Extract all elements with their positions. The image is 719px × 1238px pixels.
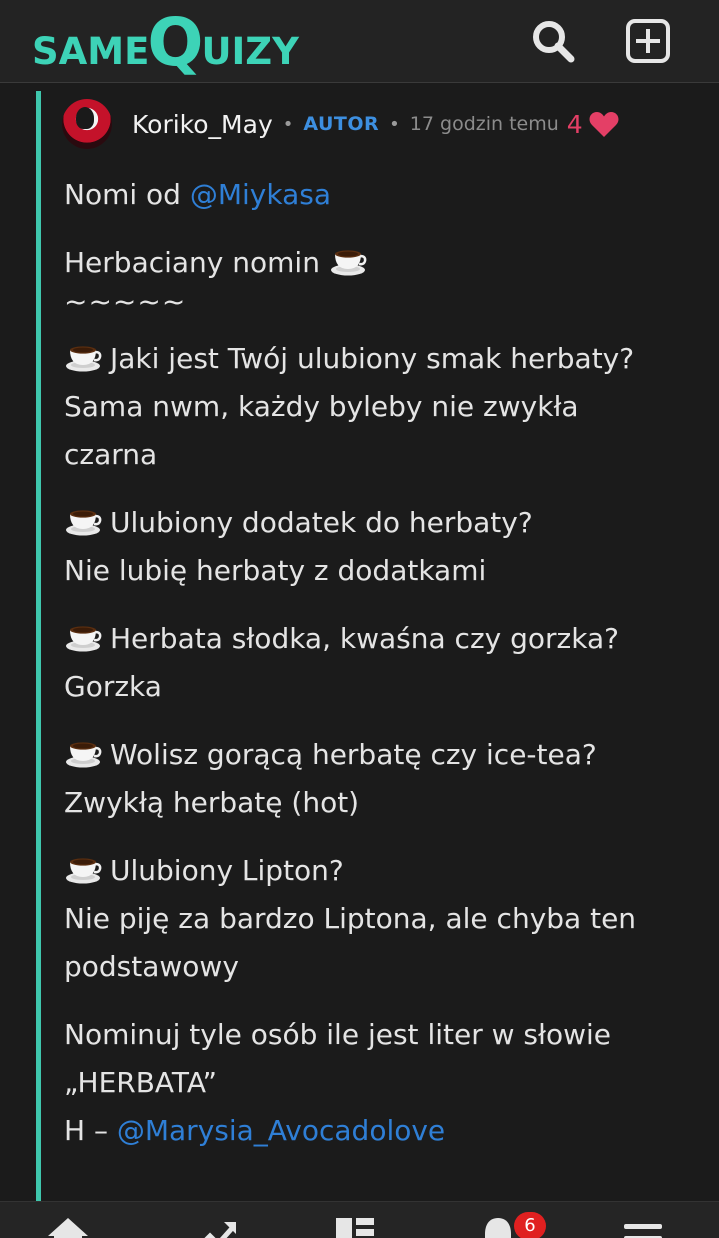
coffee-cup-icon — [64, 621, 102, 653]
username[interactable]: Koriko_May — [132, 110, 273, 139]
tag-title-line: Herbaciany nomin — [64, 239, 664, 287]
search-icon[interactable] — [530, 18, 576, 64]
mention-link[interactable]: @Miykasa — [190, 178, 331, 211]
post-header: Koriko_May • AUTOR • 17 godzin temu 4 — [62, 99, 619, 149]
menu-icon[interactable] — [622, 1216, 666, 1238]
heart-icon[interactable] — [589, 110, 619, 138]
qa-item: Wolisz gorącą herbatę czy ice-tea? Zwykł… — [64, 731, 664, 827]
tag-title: Herbaciany nomin — [64, 246, 320, 279]
samequizy-logo[interactable]: SAME Q UIZY — [32, 6, 299, 76]
qa-answer: Zwykłą herbatę (hot) — [64, 786, 360, 819]
qa-item: Ulubiony dodatek do herbaty? Nie lubię h… — [64, 499, 664, 595]
coffee-cup-icon — [329, 245, 367, 277]
mention-link[interactable]: @Marysia_Avocadolove — [117, 1114, 445, 1147]
reply-thread-bar — [36, 91, 41, 1201]
tilde-line: ~~~~~ — [64, 285, 187, 318]
plus-square-icon[interactable] — [625, 18, 671, 64]
qa-item: Jaki jest Twój ulubiony smak herbaty? Sa… — [64, 335, 664, 479]
post-content-area[interactable]: Koriko_May • AUTOR • 17 godzin temu 4 No… — [0, 83, 719, 1201]
qa-answer: Sama nwm, każdy byleby nie zwykła czarna — [64, 390, 579, 471]
qa-question: Jaki jest Twój ulubiony smak herbaty? — [110, 342, 635, 375]
notification-badge: 6 — [514, 1212, 546, 1238]
qa-answer: Nie lubię herbaty z dodatkami — [64, 554, 487, 587]
logo-q: Q — [147, 4, 204, 81]
qa-question: Ulubiony dodatek do herbaty? — [110, 506, 533, 539]
like-count: 4 — [566, 109, 583, 139]
nominate-block: Nominuj tyle osób ile jest liter w słowi… — [64, 1011, 664, 1155]
qa-question: Ulubiony Lipton? — [110, 854, 344, 887]
bottom-nav: 6 — [0, 1201, 719, 1238]
coffee-cup-icon — [64, 505, 102, 537]
separator: • — [389, 113, 400, 135]
coffee-cup-icon — [64, 853, 102, 885]
author-badge: AUTOR — [303, 113, 380, 135]
nominate-text: Nominuj tyle osób ile jest liter w słowi… — [64, 1018, 611, 1099]
intro-line: Nomi od @Miykasa — [64, 171, 664, 219]
post-time: 17 godzin temu — [409, 113, 559, 135]
home-icon[interactable] — [46, 1216, 90, 1238]
trending-icon[interactable] — [194, 1216, 238, 1238]
top-header: SAME Q UIZY — [0, 0, 719, 83]
qa-answer: Nie piję za bardzo Liptona, ale chyba te… — [64, 902, 637, 983]
qa-answer: Gorzka — [64, 670, 162, 703]
intro-text: Nomi od — [64, 178, 190, 211]
nominee-prefix: H – — [64, 1114, 117, 1147]
feed-icon[interactable] — [334, 1216, 378, 1238]
logo-uizy: UIZY — [201, 30, 299, 73]
separator: • — [282, 113, 294, 135]
coffee-cup-icon — [64, 341, 102, 373]
qa-question: Herbata słodka, kwaśna czy gorzka? — [110, 622, 619, 655]
avatar[interactable] — [62, 99, 112, 149]
qa-item: Ulubiony Lipton? Nie piję za bardzo Lipt… — [64, 847, 664, 991]
qa-question: Wolisz gorącą herbatę czy ice-tea? — [110, 738, 597, 771]
qa-item: Herbata słodka, kwaśna czy gorzka? Gorzk… — [64, 615, 664, 711]
coffee-cup-icon — [64, 737, 102, 769]
logo-same: SAME — [32, 30, 150, 73]
post-body: Nomi od @Miykasa Herbaciany nomin ~~~~~ … — [64, 171, 664, 1175]
